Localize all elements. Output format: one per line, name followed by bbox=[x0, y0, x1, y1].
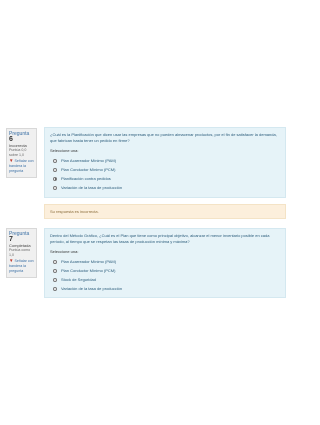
radio-button-selected[interactable] bbox=[53, 176, 57, 181]
question-info: Pregunta 6 Incorrecta Puntúa 0,0 sobre 1… bbox=[6, 128, 37, 178]
question-content: ¿Cuál es la Planificación que dicen usar… bbox=[44, 127, 286, 198]
select-prompt: Seleccione una: bbox=[50, 148, 79, 153]
question-text: Dentro del Método Gráfico, ¿Cuál es el P… bbox=[50, 233, 270, 244]
question-grade: Puntúa como 1,0 bbox=[9, 248, 31, 257]
option-label: Variación de la tasa de producción bbox=[61, 184, 123, 190]
answer-option[interactable]: Plan Conductor Mínimo (PCM) bbox=[50, 165, 280, 174]
question-info: Pregunta 7 Completada Puntúa como 1,0 ▼ … bbox=[6, 228, 37, 278]
option-label: Variación de la tasa de producción bbox=[61, 285, 123, 291]
answer-option[interactable]: Variación de la tasa de producción bbox=[50, 284, 280, 293]
flag-question-link[interactable]: ▼ Señalar con bandera la pregunta bbox=[9, 158, 34, 174]
flag-question-link[interactable]: ▼ Señalar con bandera la pregunta bbox=[9, 258, 34, 274]
option-label: Stock de Seguridad bbox=[61, 276, 96, 282]
radio-button[interactable] bbox=[53, 158, 57, 163]
answer-option[interactable]: Plan Acarreador Mínimo (PAM) bbox=[50, 257, 280, 266]
question-number: Pregunta 6 bbox=[9, 131, 30, 143]
radio-button[interactable] bbox=[53, 277, 57, 282]
radio-button[interactable] bbox=[53, 185, 57, 190]
radio-button[interactable] bbox=[53, 167, 57, 172]
radio-button[interactable] bbox=[53, 259, 57, 264]
answer-option[interactable]: Plan Acarreador Mínimo (PAM) bbox=[50, 156, 280, 165]
option-label: Plan Acarreador Mínimo (PAM) bbox=[61, 157, 117, 163]
radio-button[interactable] bbox=[53, 286, 57, 291]
option-label: Plan Conductor Mínimo (PCM) bbox=[61, 166, 116, 172]
select-prompt: Seleccione una: bbox=[50, 249, 79, 254]
answer-option[interactable]: Variación de la tasa de producción bbox=[50, 183, 280, 192]
option-label: Plan Acarreador Mínimo (PAM) bbox=[61, 258, 117, 264]
answer-option[interactable]: Planificación contra pedidos bbox=[50, 174, 280, 183]
question-text: ¿Cuál es la Planificación que dicen usar… bbox=[50, 132, 277, 143]
radio-button[interactable] bbox=[53, 268, 57, 273]
flag-icon: ▼ bbox=[9, 258, 14, 263]
answer-option[interactable]: Plan Conductor Mínimo (PCM) bbox=[50, 266, 280, 275]
question-number: Pregunta 7 bbox=[9, 231, 30, 243]
feedback-box: Su respuesta es incorrecta. bbox=[44, 204, 286, 219]
question-content: Dentro del Método Gráfico, ¿Cuál es el P… bbox=[44, 228, 286, 298]
option-label: Plan Conductor Mínimo (PCM) bbox=[61, 267, 116, 273]
answer-option[interactable]: Stock de Seguridad bbox=[50, 275, 280, 284]
question-grade: Puntúa 0,0 sobre 1,0 bbox=[9, 148, 27, 157]
flag-icon: ▼ bbox=[9, 158, 14, 163]
option-label: Planificación contra pedidos bbox=[61, 175, 111, 181]
